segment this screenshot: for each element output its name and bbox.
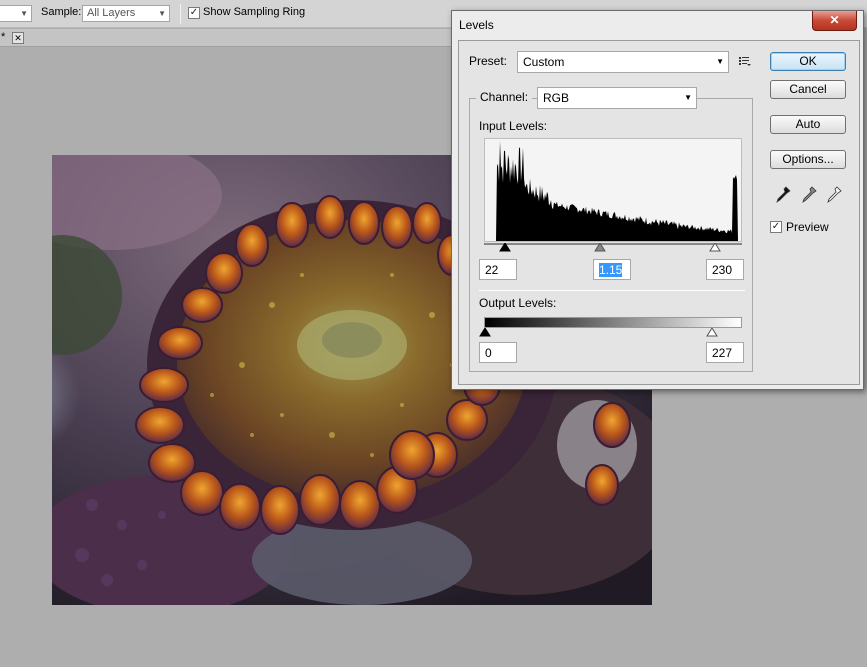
- sample-dropdown[interactable]: All Layers ▼: [82, 5, 170, 22]
- chevron-down-icon: ▼: [20, 9, 28, 18]
- divider: [479, 290, 745, 291]
- input-gamma-field[interactable]: 1.15: [593, 259, 631, 280]
- input-gamma-value: 1.15: [599, 263, 623, 277]
- chevron-down-icon: ▼: [684, 93, 692, 102]
- histogram: [485, 141, 741, 241]
- preview-label: Preview: [786, 220, 829, 234]
- sample-size-dropdown[interactable]: ▼: [0, 5, 32, 22]
- preset-dropdown[interactable]: Custom ▼: [517, 51, 729, 73]
- output-black-field[interactable]: 0: [479, 342, 517, 363]
- toolbar-divider: [180, 4, 181, 24]
- white-eyedropper-icon[interactable]: [826, 186, 842, 204]
- ok-button[interactable]: OK: [770, 52, 846, 71]
- sample-label: Sample:: [41, 6, 82, 18]
- preset-label: Preset:: [469, 54, 508, 68]
- black-eyedropper-icon[interactable]: [775, 186, 791, 204]
- show-sampling-ring-checkbox[interactable]: ✓: [188, 7, 200, 19]
- show-sampling-ring-label: Show Sampling Ring: [203, 6, 306, 18]
- dialog-title: Levels: [459, 18, 494, 32]
- chevron-down-icon: ▼: [158, 9, 166, 18]
- close-button[interactable]: ✕: [812, 11, 857, 31]
- gray-eyedropper-icon[interactable]: [801, 186, 817, 204]
- modified-marker: *: [1, 31, 6, 43]
- output-white-field[interactable]: 227: [706, 342, 744, 363]
- auto-button[interactable]: Auto: [770, 115, 846, 134]
- chevron-down-icon: ▼: [716, 57, 724, 66]
- preview-checkbox[interactable]: ✓: [770, 221, 782, 233]
- output-black-handle[interactable]: [479, 328, 491, 338]
- input-white-point-handle[interactable]: [709, 243, 721, 253]
- output-white-handle[interactable]: [706, 328, 718, 338]
- cancel-button[interactable]: Cancel: [770, 80, 846, 99]
- output-levels-label: Output Levels:: [479, 296, 557, 310]
- input-black-point-handle[interactable]: [499, 243, 511, 253]
- channel-dropdown[interactable]: RGB ▼: [537, 87, 697, 109]
- channel-label: Channel:: [476, 90, 533, 104]
- levels-dialog: Levels ✕ Preset: Custom ▼ Channel: RGB ▼…: [451, 10, 864, 390]
- input-white-field[interactable]: 230: [706, 259, 744, 280]
- document-tab-strip: * ✕: [0, 29, 460, 47]
- close-tab-icon[interactable]: ✕: [12, 32, 24, 44]
- preset-value: Custom: [523, 55, 565, 69]
- histogram-frame: [484, 138, 742, 242]
- input-slider-track[interactable]: [484, 243, 742, 245]
- dialog-body: Preset: Custom ▼ Channel: RGB ▼ Input Le…: [458, 40, 860, 385]
- input-black-field[interactable]: 22: [479, 259, 517, 280]
- options-button[interactable]: Options...: [770, 150, 846, 169]
- preset-options-icon[interactable]: [738, 55, 752, 67]
- sample-value: All Layers: [87, 7, 136, 19]
- channel-value: RGB: [543, 91, 570, 105]
- histogram-shape: [485, 141, 741, 241]
- output-gradient-bar: [484, 317, 742, 328]
- input-levels-label: Input Levels:: [479, 119, 548, 133]
- input-gamma-handle[interactable]: [594, 243, 606, 253]
